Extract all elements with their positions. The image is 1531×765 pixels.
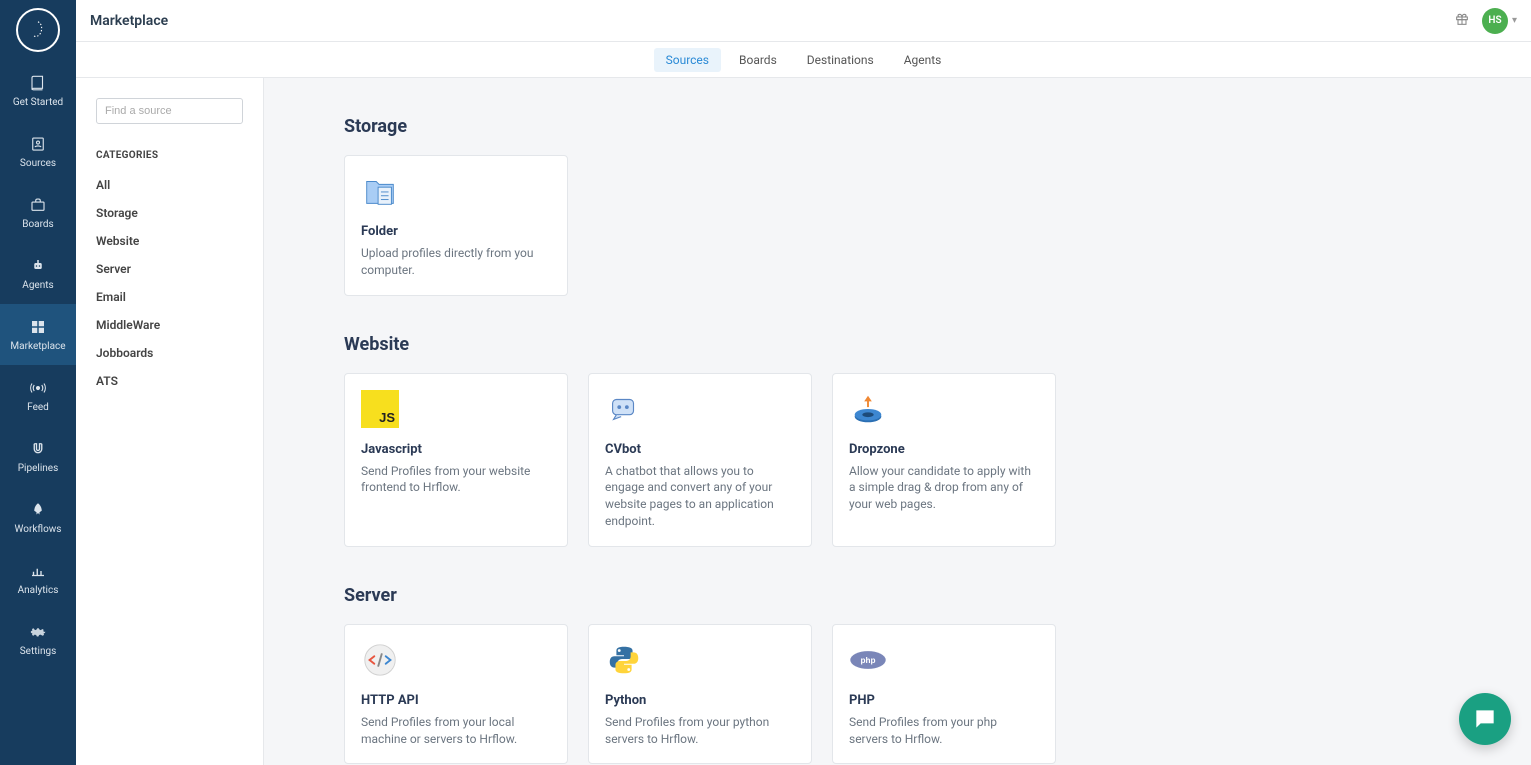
nav-sources[interactable]: Sources: [0, 121, 76, 182]
gear-icon: [28, 622, 48, 642]
main-panel: Storage Folder Upload profiles directly …: [264, 78, 1531, 765]
card-php[interactable]: php PHP Send Profiles from your php serv…: [832, 624, 1056, 765]
nav-workflows[interactable]: Workflows: [0, 487, 76, 548]
nav-pipelines[interactable]: Pipelines: [0, 426, 76, 487]
broadcast-icon: [28, 378, 48, 398]
tab-sources[interactable]: Sources: [654, 48, 721, 72]
card-title: CVbot: [605, 442, 795, 457]
tab-boards[interactable]: Boards: [727, 48, 789, 72]
section-title-storage: Storage: [344, 116, 1471, 137]
nav-label: Workflows: [15, 524, 62, 535]
card-dropzone[interactable]: Dropzone Allow your candidate to apply w…: [832, 373, 1056, 547]
avatar: HS: [1482, 8, 1508, 34]
briefcase-icon: [28, 195, 48, 215]
nav-get-started[interactable]: Get Started: [0, 60, 76, 121]
python-icon: [605, 641, 643, 679]
cat-jobboards[interactable]: Jobboards: [96, 339, 243, 367]
chatbot-icon: [605, 390, 643, 428]
cat-ats[interactable]: ATS: [96, 367, 243, 395]
card-folder[interactable]: Folder Upload profiles directly from you…: [344, 155, 568, 296]
card-desc: Send Profiles from your local machine or…: [361, 714, 551, 748]
nav-label: Pipelines: [18, 463, 59, 474]
book-icon: [28, 73, 48, 93]
dropzone-icon: [849, 390, 887, 428]
nav-label: Feed: [27, 402, 49, 413]
cat-all[interactable]: All: [96, 171, 243, 199]
card-title: Python: [605, 693, 795, 708]
card-python[interactable]: Python Send Profiles from your python se…: [588, 624, 812, 765]
nav-label: Marketplace: [10, 341, 65, 352]
nav-label: Sources: [20, 158, 56, 169]
magnet-icon: [28, 439, 48, 459]
card-title: PHP: [849, 693, 1039, 708]
card-desc: Send Profiles from your website frontend…: [361, 463, 551, 497]
logo[interactable]: [0, 0, 76, 60]
contact-icon: [28, 134, 48, 154]
main-sidebar: Get Started Sources Boards Agents Market: [0, 0, 76, 765]
user-menu[interactable]: HS ▾: [1482, 8, 1517, 34]
nav-label: Analytics: [18, 585, 59, 596]
card-title: Dropzone: [849, 442, 1039, 457]
nav-analytics[interactable]: Analytics: [0, 548, 76, 609]
nav-label: Settings: [20, 646, 57, 657]
nav-label: Get Started: [13, 97, 63, 108]
card-desc: Send Profiles from your python servers t…: [605, 714, 795, 748]
page-title: Marketplace: [90, 13, 168, 29]
card-javascript[interactable]: JS Javascript Send Profiles from your we…: [344, 373, 568, 547]
topbar: Marketplace HS ▾: [76, 0, 1531, 42]
nav-agents[interactable]: Agents: [0, 243, 76, 304]
card-title: Javascript: [361, 442, 551, 457]
section-title-server: Server: [344, 585, 1471, 606]
robot-icon: [28, 256, 48, 276]
grid-icon: [28, 317, 48, 337]
cat-server[interactable]: Server: [96, 255, 243, 283]
chart-icon: [28, 561, 48, 581]
api-icon: [361, 641, 399, 679]
card-cvbot[interactable]: CVbot A chatbot that allows you to engag…: [588, 373, 812, 547]
card-title: HTTP API: [361, 693, 551, 708]
card-desc: Upload profiles directly from you comput…: [361, 245, 551, 279]
folder-icon: [361, 172, 399, 210]
nav-boards[interactable]: Boards: [0, 182, 76, 243]
card-http-api[interactable]: HTTP API Send Profiles from your local m…: [344, 624, 568, 765]
cat-middleware[interactable]: MiddleWare: [96, 311, 243, 339]
card-desc: Send Profiles from your php servers to H…: [849, 714, 1039, 748]
nav-label: Boards: [22, 219, 53, 230]
cat-storage[interactable]: Storage: [96, 199, 243, 227]
nav-settings[interactable]: Settings: [0, 609, 76, 670]
section-title-website: Website: [344, 334, 1471, 355]
filter-sidebar: CATEGORIES All Storage Website Server Em…: [76, 78, 264, 765]
svg-text:php: php: [860, 656, 875, 665]
cat-email[interactable]: Email: [96, 283, 243, 311]
nav-label: Agents: [22, 280, 53, 291]
rocket-icon: [28, 500, 48, 520]
tab-agents[interactable]: Agents: [892, 48, 954, 72]
tabbar: Sources Boards Destinations Agents: [76, 42, 1531, 78]
card-title: Folder: [361, 224, 551, 239]
chat-icon: [1472, 706, 1498, 732]
cat-website[interactable]: Website: [96, 227, 243, 255]
card-desc: A chatbot that allows you to engage and …: [605, 463, 795, 530]
chevron-down-icon: ▾: [1512, 15, 1517, 26]
nav-marketplace[interactable]: Marketplace: [0, 304, 76, 365]
tab-destinations[interactable]: Destinations: [795, 48, 886, 72]
logo-icon: [27, 19, 49, 41]
card-desc: Allow your candidate to apply with a sim…: [849, 463, 1039, 513]
gift-icon[interactable]: [1454, 11, 1470, 31]
chat-button[interactable]: [1459, 693, 1511, 745]
php-icon: php: [849, 641, 887, 679]
search-input[interactable]: [96, 98, 243, 124]
nav-feed[interactable]: Feed: [0, 365, 76, 426]
javascript-icon: JS: [361, 390, 399, 428]
categories-header: CATEGORIES: [96, 150, 243, 161]
